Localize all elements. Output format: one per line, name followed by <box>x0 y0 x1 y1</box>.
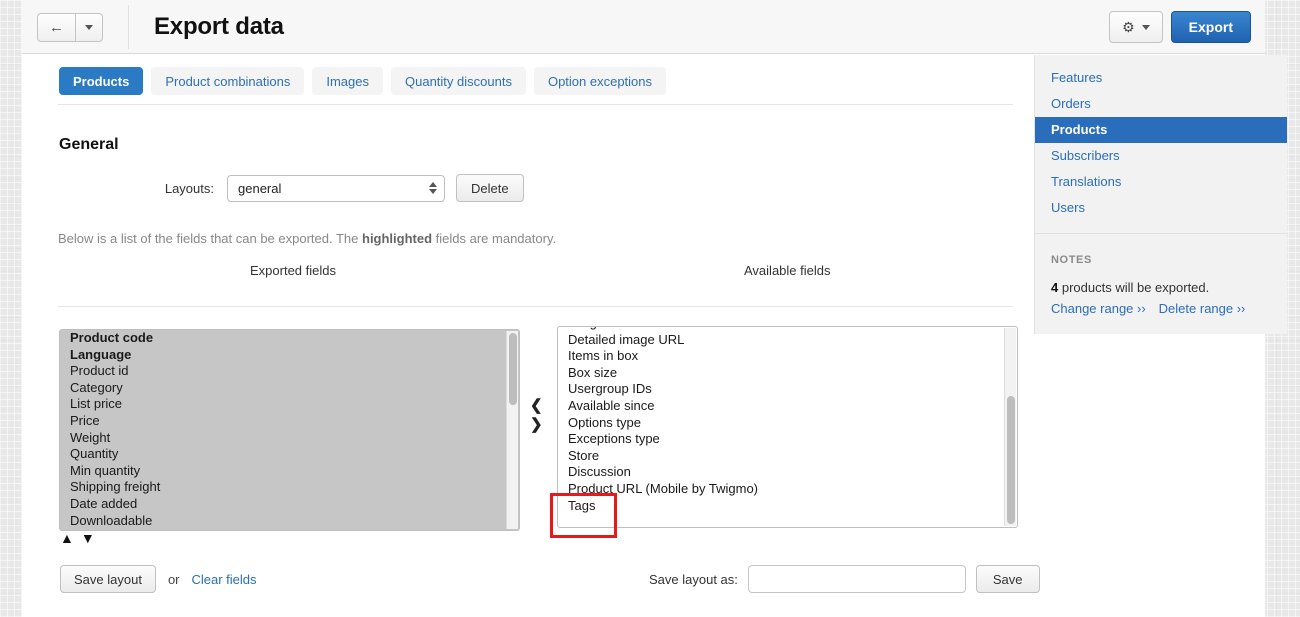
exported-fields-listbox[interactable]: Product code Language Product id Category Li… <box>59 329 520 531</box>
notes-title: NOTES <box>1051 254 1092 266</box>
available-fields-options[interactable]: Image URLDetailed image URLItems in boxB… <box>558 327 1004 527</box>
notes-links: Change range ›› Delete range ›› <box>1051 301 1271 316</box>
chevron-down-icon <box>1141 24 1150 30</box>
available-field-option[interactable]: Box size <box>558 365 1004 382</box>
caret-up-icon[interactable]: ▲ <box>60 530 74 546</box>
available-scrollbar[interactable] <box>1004 328 1016 526</box>
back-dropdown-button[interactable] <box>75 13 103 42</box>
delete-layout-button[interactable]: Delete <box>456 174 524 202</box>
available-field-option[interactable]: Discussion <box>558 464 1004 481</box>
layouts-select-value: general <box>238 180 282 196</box>
exported-field-option[interactable]: Date added <box>60 496 506 513</box>
transfer-buttons: ❮ ❯ <box>530 398 543 432</box>
save-layout-as-label: Save layout as: <box>649 571 738 587</box>
mandatory-fields-hint: Below is a list of the fields that can b… <box>58 231 556 246</box>
exported-fields-header: Exported fields <box>250 263 336 278</box>
caret-down-icon[interactable]: ▼ <box>81 530 95 546</box>
clear-fields-link[interactable]: Clear fields <box>192 572 257 587</box>
tab-quantity-discounts[interactable]: Quantity discounts <box>391 67 526 95</box>
content-divider <box>58 306 1013 307</box>
arrow-left-icon: ← <box>49 19 64 36</box>
available-field-option[interactable]: Product URL (Mobile by Twigmo) <box>558 481 1004 498</box>
notes-panel: NOTES 4 products will be exported. Chang… <box>1035 234 1287 334</box>
tabs-divider <box>58 104 1013 105</box>
tab-bar: Products Product combinations Images Qua… <box>59 67 667 95</box>
exported-field-option[interactable]: List price <box>60 396 506 413</box>
sidebar-item-subscribers[interactable]: Subscribers <box>1035 143 1287 169</box>
section-title-general: General <box>59 136 119 153</box>
export-button[interactable]: Export <box>1170 11 1251 43</box>
sidebar: Features Orders Products Subscribers Tra… <box>1034 55 1287 334</box>
sidebar-item-translations[interactable]: Translations <box>1035 169 1287 195</box>
hint-suffix: fields are mandatory. <box>432 231 557 246</box>
layouts-row: Layouts: general Delete <box>22 174 524 202</box>
tab-images[interactable]: Images <box>312 67 383 95</box>
exported-fields-options[interactable]: Product code Language Product id Category Li… <box>60 330 506 530</box>
available-fields-listbox[interactable]: Image URLDetailed image URLItems in boxB… <box>557 326 1018 528</box>
tab-product-combinations[interactable]: Product combinations <box>151 67 305 95</box>
available-scroll-thumb[interactable] <box>1007 396 1015 524</box>
available-field-option[interactable]: Options type <box>558 415 1004 432</box>
exported-field-option[interactable]: Quantity <box>60 446 506 463</box>
layouts-label: Layouts: <box>164 180 214 196</box>
available-field-option[interactable]: Detailed image URL <box>558 332 1004 349</box>
available-field-option[interactable]: Exceptions type <box>558 431 1004 448</box>
exported-field-option[interactable]: Product id <box>60 363 506 380</box>
save-layout-as-input[interactable] <box>747 565 966 593</box>
settings-menu-button[interactable]: ⚙ <box>1109 11 1163 43</box>
sidebar-item-features[interactable]: Features <box>1035 65 1287 91</box>
chevron-left-icon[interactable]: ❮ <box>530 398 543 413</box>
chevron-down-icon <box>85 25 93 30</box>
exported-field-option[interactable]: Price <box>60 413 506 430</box>
back-button-group: ← <box>37 13 103 42</box>
change-range-link[interactable]: Change range ›› <box>1051 301 1146 316</box>
or-label: or <box>167 571 180 587</box>
exported-field-option[interactable]: Min quantity <box>60 463 506 480</box>
exported-field-option[interactable]: Shipping freight <box>60 479 506 496</box>
save-button[interactable]: Save <box>975 565 1040 593</box>
exported-field-option[interactable]: Category <box>60 380 506 397</box>
notes-export-count: 4 products will be exported. <box>1051 280 1271 295</box>
tab-option-exceptions[interactable]: Option exceptions <box>533 67 667 95</box>
updown-spinner-icon <box>429 182 437 194</box>
notes-count-text: products will be exported. <box>1058 280 1210 295</box>
sidebar-nav: Features Orders Products Subscribers Tra… <box>1035 55 1287 233</box>
gear-icon: ⚙ <box>1122 19 1135 35</box>
tab-products[interactable]: Products <box>59 67 144 95</box>
reorder-buttons: ▲ ▼ <box>60 530 95 546</box>
available-field-option[interactable]: Tags <box>558 498 1004 515</box>
chevron-right-icon[interactable]: ❯ <box>530 417 543 432</box>
header-divider <box>128 5 129 49</box>
layout-actions: Save layout or Clear fields <box>60 565 257 593</box>
page-root: ← Export data ⚙ Export Products Product … <box>22 0 1287 617</box>
sidebar-item-products[interactable]: Products <box>1035 117 1287 143</box>
hint-highlighted: highlighted <box>362 231 433 246</box>
exported-field-option[interactable]: Language <box>60 347 506 364</box>
save-layout-button[interactable]: Save layout <box>60 565 156 593</box>
available-field-option[interactable]: Items in box <box>558 348 1004 365</box>
exported-field-option[interactable]: Weight <box>60 430 506 447</box>
exported-scrollbar[interactable] <box>506 331 518 529</box>
save-layout-as-row: Save layout as: Save <box>649 565 1040 593</box>
layouts-select[interactable]: general <box>227 174 445 202</box>
app-header: ← Export data ⚙ Export <box>22 0 1265 54</box>
available-field-option[interactable]: Store <box>558 448 1004 465</box>
available-field-option[interactable]: Usergroup IDs <box>558 381 1004 398</box>
available-fields-header: Available fields <box>744 263 831 278</box>
hint-prefix: Below is a list of the fields that can b… <box>58 231 362 246</box>
available-field-option[interactable]: Available since <box>558 398 1004 415</box>
delete-range-link[interactable]: Delete range ›› <box>1159 301 1246 316</box>
sidebar-item-orders[interactable]: Orders <box>1035 91 1287 117</box>
back-button[interactable]: ← <box>37 13 75 42</box>
page-title: Export data <box>154 13 284 40</box>
exported-scroll-thumb[interactable] <box>509 333 517 405</box>
sidebar-item-users[interactable]: Users <box>1035 195 1287 221</box>
exported-field-option[interactable]: Product code <box>60 330 506 347</box>
header-actions: ⚙ Export <box>1109 11 1251 43</box>
exported-field-option[interactable]: Downloadable <box>60 513 506 530</box>
